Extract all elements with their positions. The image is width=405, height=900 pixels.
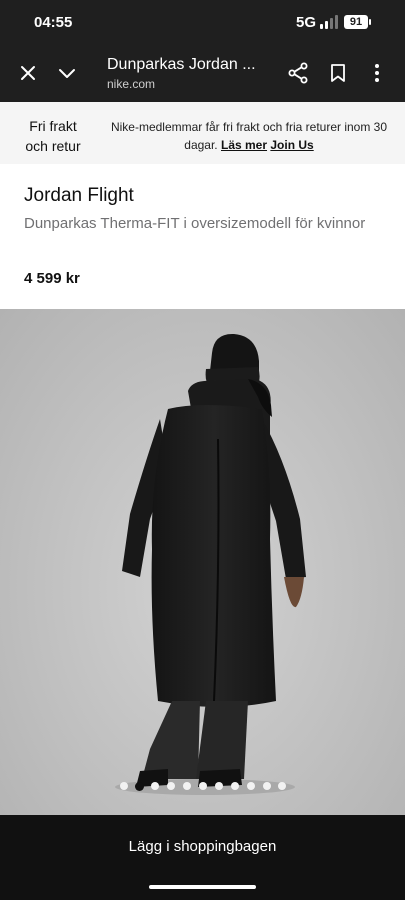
signal-icon [320,15,340,29]
join-us-link[interactable]: Join Us [270,138,313,152]
network-label: 5G [296,14,317,31]
carousel-dot[interactable] [263,782,271,790]
more-icon[interactable] [361,57,393,89]
browser-nav: Dunparkas Jordan ... nike.com [0,44,405,102]
carousel-dot[interactable] [215,782,223,790]
model-illustration [115,333,306,795]
page-domain: nike.com [107,77,156,91]
carousel-dot[interactable] [183,782,191,790]
status-bar: 04:55 5G 91 [0,0,405,44]
close-icon[interactable] [12,57,44,89]
product-image[interactable] [0,309,405,815]
status-time: 04:55 [34,14,73,31]
learn-more-link[interactable]: Läs mer [221,138,267,152]
product-subtitle: Dunparkas Therma-FIT i oversizemodell fö… [24,215,366,232]
carousel-dot-active[interactable] [135,782,144,791]
carousel-dot[interactable] [231,782,239,790]
product-name: Jordan Flight [24,185,134,206]
banner-message-block: Nike-medlemmar får fri frakt och fria re… [104,118,394,154]
page-title: Dunparkas Jordan ... [107,56,256,73]
battery-icon: 91 [344,15,371,29]
carousel-dot[interactable] [151,782,159,790]
shipping-banner: Fri frakt och retur Nike-medlemmar får f… [0,102,405,164]
carousel-dot[interactable] [167,782,175,790]
carousel-indicators [0,782,405,792]
free-shipping-label: Fri frakt och retur [25,118,81,154]
share-icon[interactable] [282,57,314,89]
add-to-bag-button[interactable]: Lägg i shoppingbagen [0,815,405,877]
browser-header: 04:55 5G 91 Dunparkas Jordan ... nike.co… [0,0,405,102]
product-price: 4 599 kr [24,270,80,287]
chevron-down-icon[interactable] [51,57,83,89]
carousel-dot[interactable] [278,782,286,790]
bookmark-icon[interactable] [322,57,354,89]
home-indicator[interactable] [149,885,256,889]
carousel-dot[interactable] [199,782,207,790]
carousel-dot[interactable] [247,782,255,790]
carousel-dot[interactable] [120,782,128,790]
bottom-bar: Lägg i shoppingbagen [0,815,405,900]
battery-level: 91 [349,16,363,28]
